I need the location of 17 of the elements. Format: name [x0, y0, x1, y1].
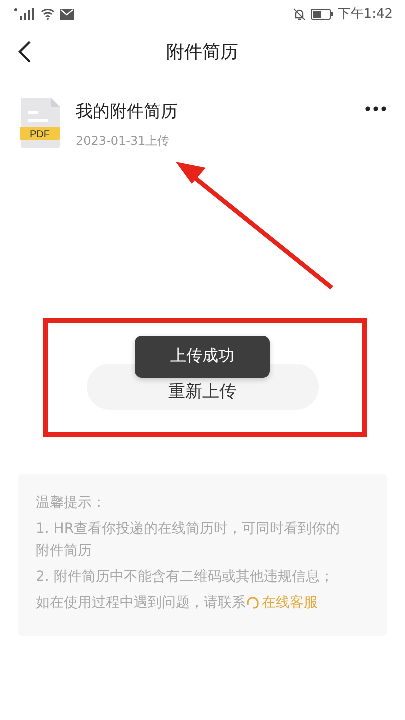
wifi-icon [41, 8, 55, 20]
file-name: 我的附件简历 [76, 101, 179, 123]
battery-icon [310, 8, 333, 20]
muted-bell-icon [292, 8, 306, 20]
page-title: 附件简历 [166, 41, 238, 64]
status-time: 下午1:42 [338, 6, 393, 23]
contact-text: 如在使用过程中遇到问题，请联系 [36, 594, 246, 613]
more-icon[interactable] [365, 106, 387, 112]
toast-text: 上传成功 [170, 346, 234, 366]
tips-heading: 温馨提示： [36, 494, 107, 513]
tip-text: 2. 附件简历中不能含有二维码或其他违规信息； [36, 568, 335, 587]
tip-text: 1. HR查看你投递的在线简历时，可同时看到你的附件简历 [36, 520, 342, 561]
pdf-file-icon: PDF [20, 98, 62, 148]
mail-icon [60, 8, 74, 20]
upload-date: 2023-01-31上传 [76, 133, 171, 150]
signal-icon [14, 8, 36, 20]
back-icon[interactable] [18, 40, 32, 64]
